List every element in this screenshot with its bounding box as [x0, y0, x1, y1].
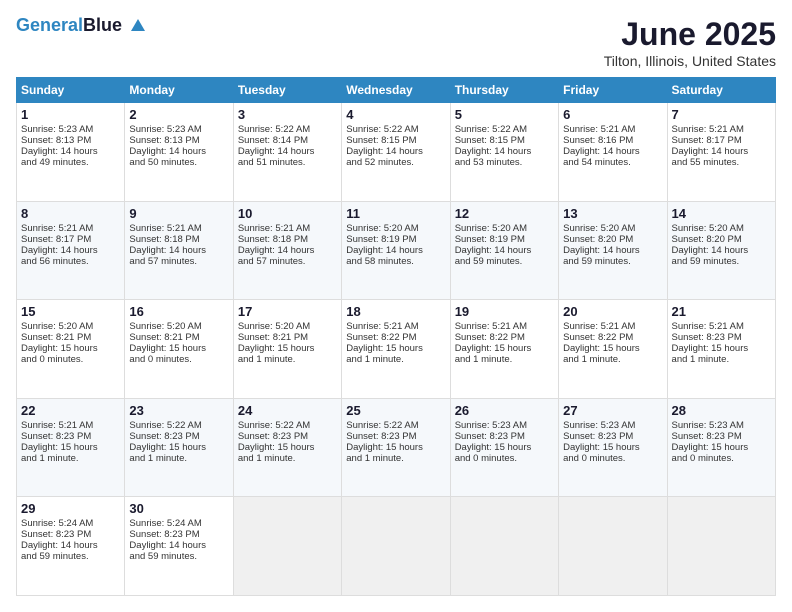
table-row: 22Sunrise: 5:21 AMSunset: 8:23 PMDayligh… — [17, 398, 776, 497]
day-cell-1: 1Sunrise: 5:23 AMSunset: 8:13 PMDaylight… — [17, 103, 125, 202]
day-cell-6: 6Sunrise: 5:21 AMSunset: 8:16 PMDaylight… — [559, 103, 667, 202]
logo: GeneralBlue — [16, 16, 147, 36]
day-cell-27: 27Sunrise: 5:23 AMSunset: 8:23 PMDayligh… — [559, 398, 667, 497]
day-cell-11: 11Sunrise: 5:20 AMSunset: 8:19 PMDayligh… — [342, 201, 450, 300]
day-cell-28: 28Sunrise: 5:23 AMSunset: 8:23 PMDayligh… — [667, 398, 775, 497]
empty-cell — [233, 497, 341, 596]
empty-cell — [559, 497, 667, 596]
day-cell-26: 26Sunrise: 5:23 AMSunset: 8:23 PMDayligh… — [450, 398, 558, 497]
day-cell-17: 17Sunrise: 5:20 AMSunset: 8:21 PMDayligh… — [233, 300, 341, 399]
day-cell-5: 5Sunrise: 5:22 AMSunset: 8:15 PMDaylight… — [450, 103, 558, 202]
day-cell-14: 14Sunrise: 5:20 AMSunset: 8:20 PMDayligh… — [667, 201, 775, 300]
day-cell-15: 15Sunrise: 5:20 AMSunset: 8:21 PMDayligh… — [17, 300, 125, 399]
day-cell-23: 23Sunrise: 5:22 AMSunset: 8:23 PMDayligh… — [125, 398, 233, 497]
table-row: 8Sunrise: 5:21 AMSunset: 8:17 PMDaylight… — [17, 201, 776, 300]
logo-text: GeneralBlue — [16, 16, 147, 36]
day-cell-13: 13Sunrise: 5:20 AMSunset: 8:20 PMDayligh… — [559, 201, 667, 300]
col-wednesday: Wednesday — [342, 78, 450, 103]
col-tuesday: Tuesday — [233, 78, 341, 103]
col-sunday: Sunday — [17, 78, 125, 103]
table-row: 29Sunrise: 5:24 AMSunset: 8:23 PMDayligh… — [17, 497, 776, 596]
day-cell-2: 2Sunrise: 5:23 AMSunset: 8:13 PMDaylight… — [125, 103, 233, 202]
day-cell-3: 3Sunrise: 5:22 AMSunset: 8:14 PMDaylight… — [233, 103, 341, 202]
day-cell-20: 20Sunrise: 5:21 AMSunset: 8:22 PMDayligh… — [559, 300, 667, 399]
table-row: 15Sunrise: 5:20 AMSunset: 8:21 PMDayligh… — [17, 300, 776, 399]
day-cell-12: 12Sunrise: 5:20 AMSunset: 8:19 PMDayligh… — [450, 201, 558, 300]
empty-cell — [450, 497, 558, 596]
day-cell-29: 29Sunrise: 5:24 AMSunset: 8:23 PMDayligh… — [17, 497, 125, 596]
day-cell-22: 22Sunrise: 5:21 AMSunset: 8:23 PMDayligh… — [17, 398, 125, 497]
day-cell-7: 7Sunrise: 5:21 AMSunset: 8:17 PMDaylight… — [667, 103, 775, 202]
day-cell-18: 18Sunrise: 5:21 AMSunset: 8:22 PMDayligh… — [342, 300, 450, 399]
col-friday: Friday — [559, 78, 667, 103]
table-row: 1Sunrise: 5:23 AMSunset: 8:13 PMDaylight… — [17, 103, 776, 202]
day-cell-16: 16Sunrise: 5:20 AMSunset: 8:21 PMDayligh… — [125, 300, 233, 399]
header: GeneralBlue June 2025 Tilton, Illinois, … — [16, 16, 776, 69]
col-saturday: Saturday — [667, 78, 775, 103]
col-monday: Monday — [125, 78, 233, 103]
day-cell-19: 19Sunrise: 5:21 AMSunset: 8:22 PMDayligh… — [450, 300, 558, 399]
title-block: June 2025 Tilton, Illinois, United State… — [604, 16, 776, 69]
calendar-table: Sunday Monday Tuesday Wednesday Thursday… — [16, 77, 776, 596]
day-cell-24: 24Sunrise: 5:22 AMSunset: 8:23 PMDayligh… — [233, 398, 341, 497]
calendar-header-row: Sunday Monday Tuesday Wednesday Thursday… — [17, 78, 776, 103]
calendar-subtitle: Tilton, Illinois, United States — [604, 53, 776, 69]
day-cell-21: 21Sunrise: 5:21 AMSunset: 8:23 PMDayligh… — [667, 300, 775, 399]
day-cell-10: 10Sunrise: 5:21 AMSunset: 8:18 PMDayligh… — [233, 201, 341, 300]
day-cell-30: 30Sunrise: 5:24 AMSunset: 8:23 PMDayligh… — [125, 497, 233, 596]
logo-icon — [129, 17, 147, 35]
day-cell-25: 25Sunrise: 5:22 AMSunset: 8:23 PMDayligh… — [342, 398, 450, 497]
day-cell-8: 8Sunrise: 5:21 AMSunset: 8:17 PMDaylight… — [17, 201, 125, 300]
calendar-page: GeneralBlue June 2025 Tilton, Illinois, … — [0, 0, 792, 612]
day-cell-4: 4Sunrise: 5:22 AMSunset: 8:15 PMDaylight… — [342, 103, 450, 202]
empty-cell — [342, 497, 450, 596]
day-cell-9: 9Sunrise: 5:21 AMSunset: 8:18 PMDaylight… — [125, 201, 233, 300]
calendar-title: June 2025 — [604, 16, 776, 53]
col-thursday: Thursday — [450, 78, 558, 103]
empty-cell — [667, 497, 775, 596]
